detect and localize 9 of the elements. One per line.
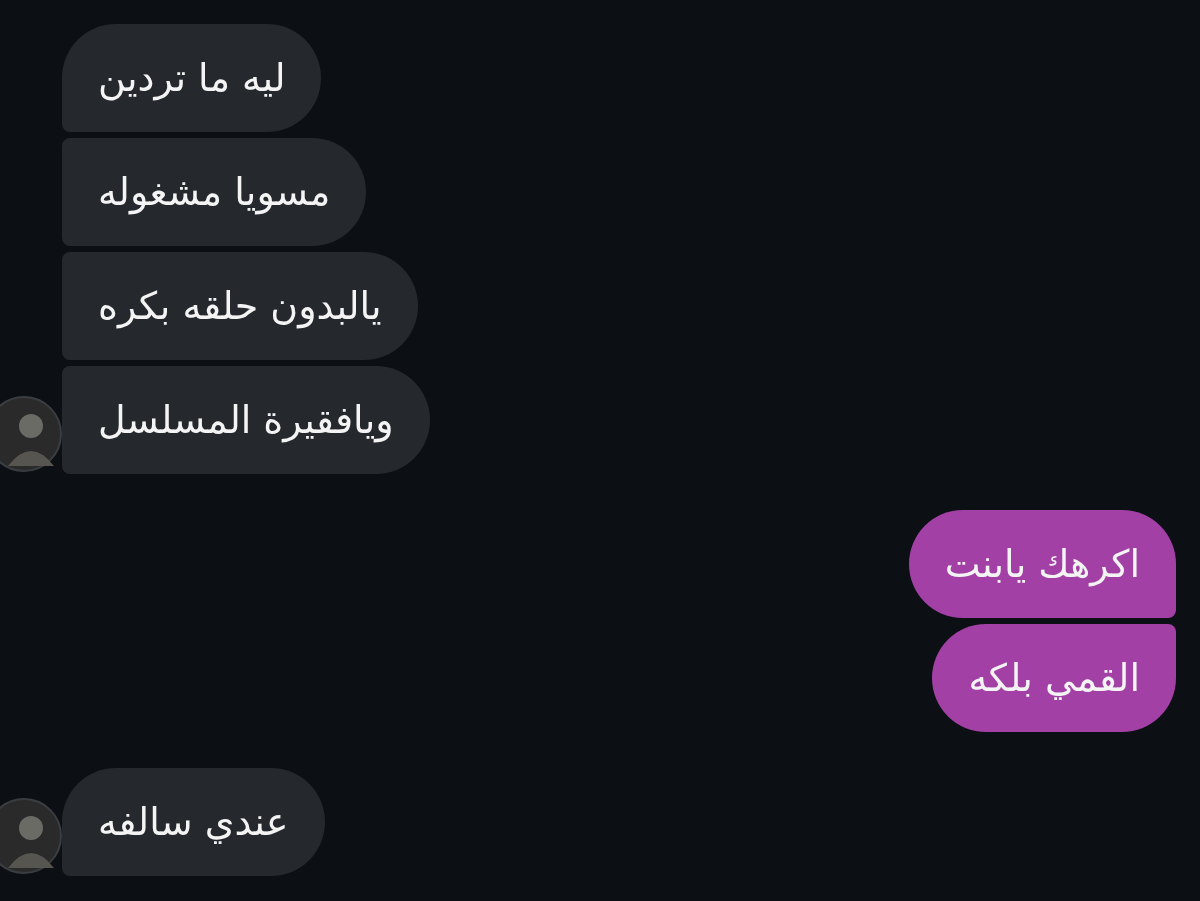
message-bubble: مسويا مشغوله <box>62 138 367 246</box>
avatar[interactable] <box>0 396 62 472</box>
message-bubble: ليه ما تردين <box>62 24 322 132</box>
message-bubble: يالبدون حلقه بكره <box>62 252 418 360</box>
message-bubble: اكرهك يابنت <box>908 510 1176 618</box>
message-bubble: القمي بلكه <box>932 624 1176 732</box>
avatar[interactable] <box>0 798 62 874</box>
message-bubble: ويافقيرة المسلسل <box>62 366 430 474</box>
message-bubble: عندي سالفه <box>62 768 325 876</box>
